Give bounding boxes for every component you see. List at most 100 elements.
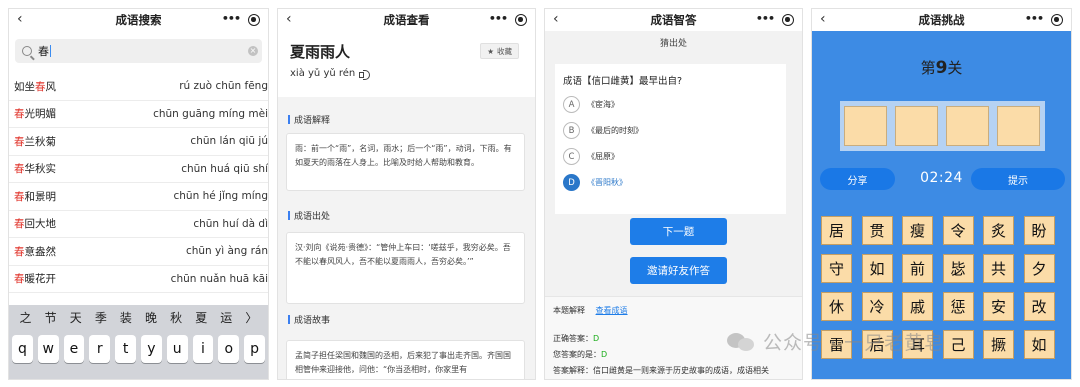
more-dots-icon[interactable]: ••• [756, 12, 775, 25]
keyboard-key[interactable]: r [89, 335, 111, 363]
speaker-icon[interactable] [359, 69, 371, 80]
char-tile[interactable]: 冷 [861, 292, 893, 321]
explanation-text: 答案解释：信口雌黄是一则来源于历史故事的成语，成语相关 [553, 366, 769, 375]
hint-button[interactable]: 提示 [971, 168, 1065, 190]
keyboard-key[interactable]: w [37, 335, 59, 363]
nav-bar: ‹ 成语搜索 ••• [9, 9, 268, 31]
chevron-left-icon[interactable]: ‹ [286, 11, 292, 27]
char-tile[interactable]: 夕 [1023, 254, 1055, 283]
char-tile[interactable]: 休 [821, 292, 852, 321]
section-head-story: 成语故事 [278, 307, 535, 331]
target-close-icon[interactable] [782, 14, 794, 26]
keyboard-key[interactable]: e [63, 335, 85, 363]
char-tile[interactable]: 盼 [1023, 216, 1055, 245]
keyboard-suggestion[interactable]: 秋 [170, 309, 182, 326]
target-close-icon[interactable] [1051, 14, 1063, 26]
next-question-button[interactable]: 下一题 [630, 218, 727, 245]
view-idiom-link[interactable]: 查看成语 [596, 306, 628, 315]
result-row[interactable]: 如坐春风 rú zuò chūn fēng [9, 73, 268, 101]
keyboard-suggestion[interactable]: 天 [70, 309, 82, 326]
search-input[interactable]: 春 × [15, 39, 262, 63]
char-tile[interactable]: 毖 [942, 254, 974, 283]
result-row[interactable]: 春回大地 chūn huí dà dì [9, 211, 268, 238]
answer-slot[interactable] [997, 106, 1040, 146]
char-tile[interactable]: 己 [942, 330, 974, 359]
option-a[interactable]: A 《宦海》 [563, 96, 619, 113]
result-row[interactable]: 春光明媚 chūn guāng míng mèi [9, 101, 268, 128]
option-text: 《最后的时刻》 [587, 126, 643, 135]
keyboard-key[interactable]: o [218, 335, 240, 363]
keyboard-suggestion[interactable]: 〉 [245, 309, 257, 326]
char-tile[interactable]: 戚 [902, 292, 933, 321]
keyboard-suggestion[interactable]: 季 [95, 309, 107, 326]
option-c[interactable]: C 《屈原》 [563, 148, 619, 165]
keyboard-key[interactable]: p [244, 335, 265, 363]
result-row[interactable]: 春意盎然 chūn yì àng rán [9, 238, 268, 266]
char-tile[interactable]: 撅 [983, 330, 1014, 359]
char-tile[interactable]: 令 [942, 216, 974, 245]
result-row[interactable]: 春华秋实 chūn huá qiū shí [9, 156, 268, 183]
keyboard-suggestion[interactable]: 运 [220, 309, 232, 326]
char-tile[interactable]: 安 [983, 292, 1014, 321]
char-tile[interactable]: 炙 [983, 216, 1014, 245]
option-b[interactable]: B 《最后的时刻》 [563, 122, 643, 139]
more-dots-icon[interactable]: ••• [1025, 12, 1044, 25]
clear-icon[interactable]: × [248, 46, 258, 56]
chevron-left-icon[interactable]: ‹ [820, 11, 826, 27]
section-body-story: 孟简子担任梁国和魏国的丞相，后来犯了事出走齐国。齐国国相管仲来迎接他，问他：“你… [286, 340, 525, 379]
result-row[interactable]: 春暖花开 chūn nuǎn huā kāi [9, 266, 268, 293]
idiom-word: 春光明媚 [14, 106, 56, 121]
result-row[interactable]: 春和景明 chūn hé jǐng míng [9, 183, 268, 211]
idiom-part: 风 [45, 80, 57, 93]
keyboard-key[interactable]: q [12, 335, 33, 363]
char-tile[interactable]: 改 [1023, 292, 1055, 321]
option-d[interactable]: D 《晋阳秋》 [563, 174, 627, 191]
idiom-pinyin: xià yǔ yǔ rén [290, 68, 371, 80]
idiom-pinyin: chūn guāng míng mèi [153, 107, 268, 120]
target-close-icon[interactable] [248, 14, 260, 26]
idiom-pinyin: chūn hé jǐng míng [173, 190, 269, 203]
keyboard-suggestion[interactable]: 夏 [195, 309, 207, 326]
star-icon: ★ [487, 46, 494, 56]
invite-friend-button[interactable]: 邀请好友作答 [630, 257, 727, 284]
more-dots-icon[interactable]: ••• [222, 12, 241, 25]
idiom-detail-screen: ‹ 成语查看 ••• 夏雨雨人 xià yǔ yǔ rén ★ 收藏 成语解释 … [277, 8, 536, 380]
keyboard-key[interactable]: t [115, 335, 136, 363]
keyboard-suggestion[interactable]: 之 [20, 309, 32, 326]
chevron-left-icon[interactable]: ‹ [553, 11, 559, 27]
answer-slot[interactable] [895, 106, 938, 146]
answer-slot[interactable] [844, 106, 887, 146]
more-dots-icon[interactable]: ••• [489, 12, 508, 25]
idiom-part: 意盎然 [24, 245, 57, 258]
keyboard-key[interactable]: i [192, 335, 214, 363]
char-tile[interactable]: 守 [821, 254, 852, 283]
char-tile[interactable]: 惩 [942, 292, 974, 321]
idiom-word: 春意盎然 [14, 244, 56, 259]
char-tile[interactable]: 如 [861, 254, 893, 283]
char-tile[interactable]: 居 [821, 216, 852, 245]
explain-tab[interactable]: 本题解释 [553, 306, 585, 315]
keyboard-suggestion[interactable]: 装 [120, 309, 132, 326]
char-tile[interactable]: 如 [1023, 330, 1055, 359]
keyboard-key[interactable]: y [140, 335, 162, 363]
correct-answer-value: D [593, 334, 600, 343]
char-tile[interactable]: 贯 [861, 216, 893, 245]
answer-slot[interactable] [946, 106, 989, 146]
char-tile[interactable]: 前 [902, 254, 933, 283]
option-letter: A [563, 96, 580, 113]
char-tile[interactable]: 共 [983, 254, 1014, 283]
chevron-left-icon[interactable]: ‹ [17, 11, 23, 27]
favorite-button[interactable]: ★ 收藏 [480, 43, 519, 59]
keyboard-suggestion[interactable]: 晚 [145, 309, 157, 326]
level-number: 9 [935, 58, 948, 78]
keyboard-key[interactable]: u [166, 335, 188, 363]
char-tile[interactable]: 瘦 [902, 216, 933, 245]
highlight-char: 春 [14, 190, 25, 203]
target-close-icon[interactable] [515, 14, 527, 26]
result-row[interactable]: 春兰秋菊 chūn lán qiū jú [9, 128, 268, 156]
highlight-char: 春 [14, 218, 25, 231]
keyboard-suggestion[interactable]: 节 [45, 309, 57, 326]
your-answer-label: 您答案的是： [553, 350, 601, 359]
section-body-source: 汉·刘向《说苑·贵德》：“管仲上车曰：‘嗟兹乎，我穷必矣。吾不能以春风风人，吾不… [286, 232, 525, 304]
section-body-explain: 雨：前一个“雨”，名词，雨水；后一个“雨”，动词，下雨。有如夏天的雨落在人身上。… [286, 133, 525, 191]
